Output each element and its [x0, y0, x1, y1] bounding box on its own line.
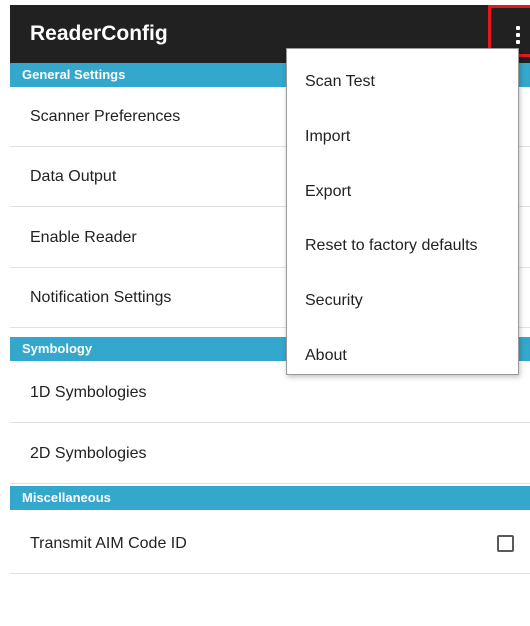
pref-label: Scanner Preferences	[30, 108, 181, 125]
menu-item-import[interactable]: Import	[287, 109, 518, 164]
reader-config-screen: ReaderConfig General Settings Scanner Pr…	[10, 5, 530, 626]
menu-item-scan-test[interactable]: Scan Test	[287, 54, 518, 109]
menu-item-about[interactable]: About	[287, 328, 518, 383]
pref-transmit-aim-code-id[interactable]: Transmit AIM Code ID	[10, 514, 530, 574]
menu-item-security[interactable]: Security	[287, 273, 518, 328]
menu-item-export[interactable]: Export	[287, 164, 518, 219]
transmit-aim-code-id-checkbox[interactable]	[497, 535, 514, 552]
pref-label: Transmit AIM Code ID	[30, 535, 187, 552]
pref-label: Data Output	[30, 168, 117, 185]
app-title: ReaderConfig	[30, 22, 168, 45]
pref-label: 2D Symbologies	[30, 445, 147, 462]
pref-label: Notification Settings	[30, 289, 172, 306]
pref-label: 1D Symbologies	[30, 384, 147, 401]
pref-2d-symbologies[interactable]: 2D Symbologies	[10, 424, 530, 484]
pref-label: Enable Reader	[30, 229, 137, 246]
more-vertical-icon	[516, 26, 520, 47]
section-header-miscellaneous: Miscellaneous	[10, 486, 530, 510]
menu-item-reset-factory-defaults[interactable]: Reset to factory defaults	[287, 218, 518, 273]
overflow-popup-menu: Scan Test Import Export Reset to factory…	[286, 48, 519, 375]
